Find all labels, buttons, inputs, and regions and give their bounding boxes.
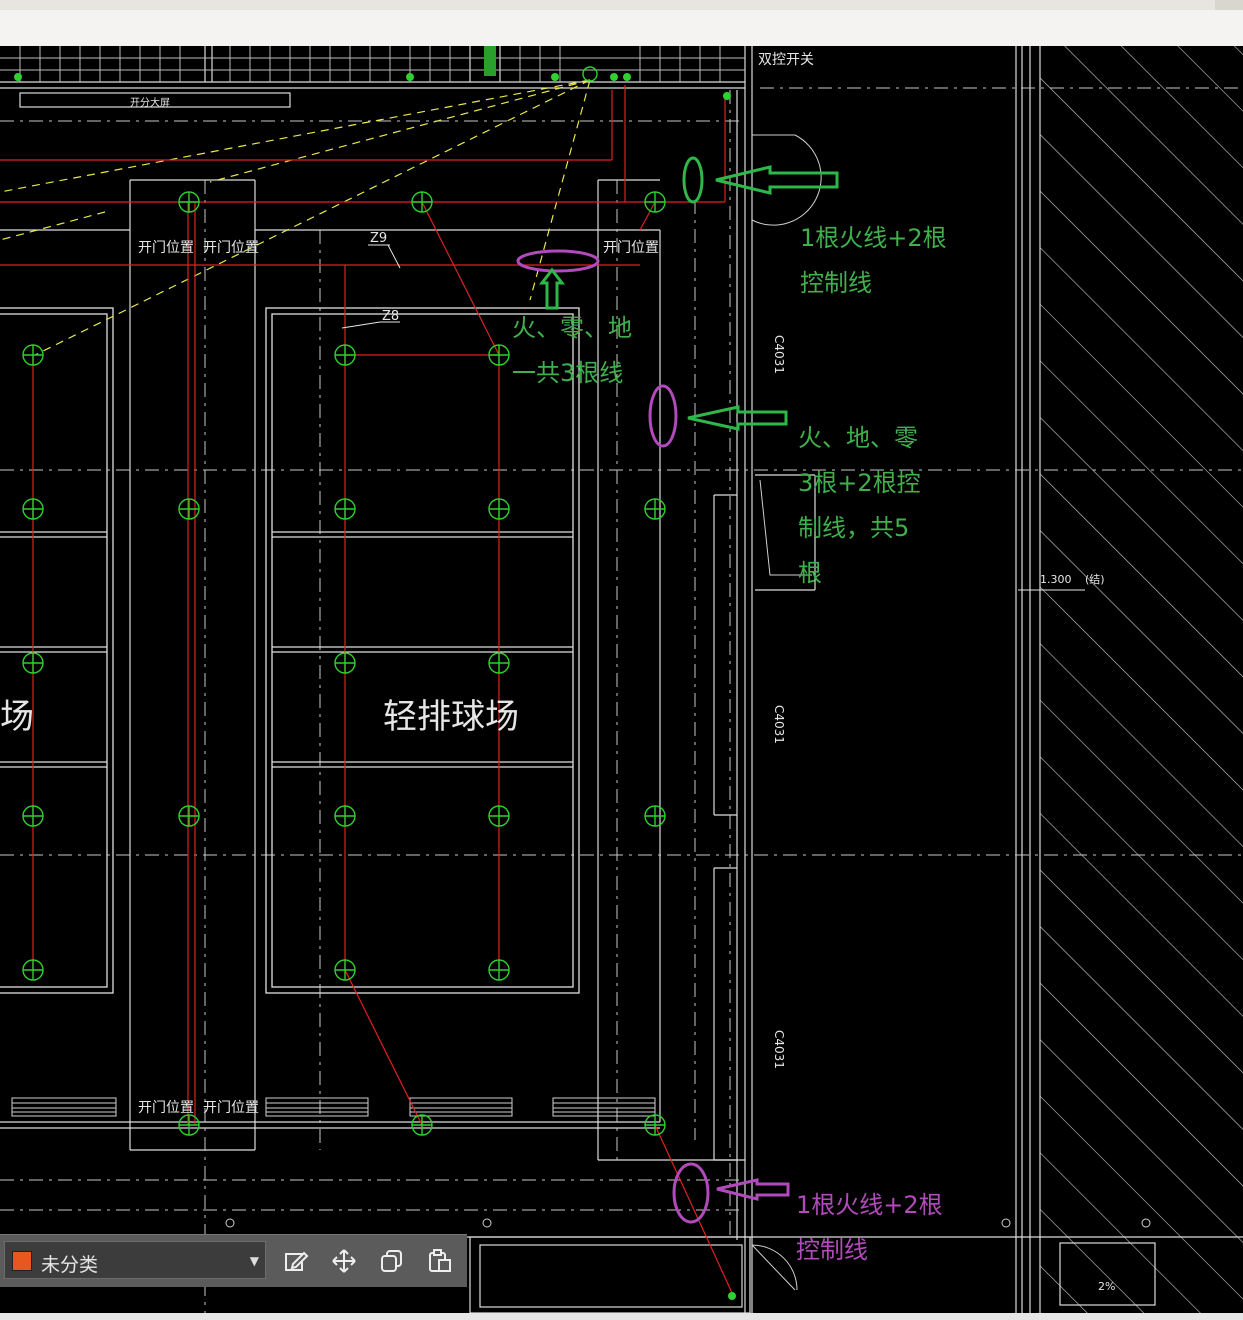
window-code-3: C4031 [772, 1030, 786, 1069]
court-outlines [0, 307, 580, 994]
label-double-switch: 双控开关 [758, 52, 814, 68]
move-icon [332, 1249, 356, 1273]
slope-value: 2% [1098, 1280, 1115, 1293]
layer-color-swatch [12, 1251, 32, 1271]
floor-vents [11, 1097, 656, 1117]
elevation-note: (结) [1085, 573, 1105, 586]
red-wiring [0, 85, 734, 1296]
viewer-header-bar [0, 10, 1243, 46]
annotation-4: 1根火线+2根 控制线 [796, 1191, 943, 1264]
cad-labels: 双控开关 开分大屏 开门位置 开门位置 开门位置 开门位置 开门位置 Z9 Z8… [0, 52, 1115, 1293]
chevron-down-icon: ▼ [249, 1254, 259, 1268]
edit-icon [285, 1251, 309, 1271]
green-arrow-1 [715, 165, 839, 195]
window-code-2: C4031 [772, 705, 786, 744]
window-code-1: C4031 [772, 335, 786, 374]
top-grid [0, 46, 745, 82]
window-control-strip [1215, 0, 1243, 10]
annotation-2: 火、零、地 一共3根线 [512, 314, 632, 387]
paste-icon [429, 1249, 451, 1272]
door-label-4: 开门位置 [138, 1100, 194, 1116]
purple-ellipse-2 [648, 384, 678, 448]
layer-toolbar: 未分类 ▼ [0, 1234, 467, 1287]
green-arrow-2 [538, 267, 566, 310]
purple-ellipse-3 [672, 1162, 710, 1224]
top-title-strip [0, 0, 1243, 10]
label-upgrade: 开分大屏 [130, 96, 170, 109]
riser-block [484, 46, 496, 76]
annotation-3: 火、地、零 3根+2根控 制线，共5 根 [798, 424, 921, 587]
move-button[interactable] [326, 1243, 362, 1279]
bottom-edge [0, 1313, 1243, 1320]
elevation-value: 1.300 [1040, 573, 1072, 586]
door-label-5: 开门位置 [203, 1100, 259, 1116]
room-name: 轻排球场 [383, 697, 519, 737]
hatched-wall [1040, 46, 1243, 1313]
purple-ellipse-1 [516, 249, 600, 273]
light-fixtures [22, 66, 666, 1136]
door-label-3: 开门位置 [603, 240, 659, 256]
annotation-1: 1根火线+2根 控制线 [800, 224, 947, 297]
room-name-partial: 场 [0, 697, 34, 737]
copy-button[interactable] [374, 1243, 410, 1279]
paste-button[interactable] [422, 1243, 458, 1279]
green-ellipse-1 [682, 156, 704, 204]
edit-button[interactable] [278, 1243, 314, 1279]
layer-name: 未分类 [41, 1254, 99, 1276]
door-label-1: 开门位置 [138, 240, 194, 256]
layer-dropdown[interactable]: 未分类 ▼ [4, 1241, 266, 1279]
copy-icon [381, 1250, 402, 1272]
door-label-2: 开门位置 [203, 240, 259, 256]
cad-canvas[interactable]: 双控开关 开分大屏 开门位置 开门位置 开门位置 开门位置 开门位置 Z9 Z8… [0, 46, 1243, 1313]
tag-z9: Z9 [370, 231, 387, 246]
